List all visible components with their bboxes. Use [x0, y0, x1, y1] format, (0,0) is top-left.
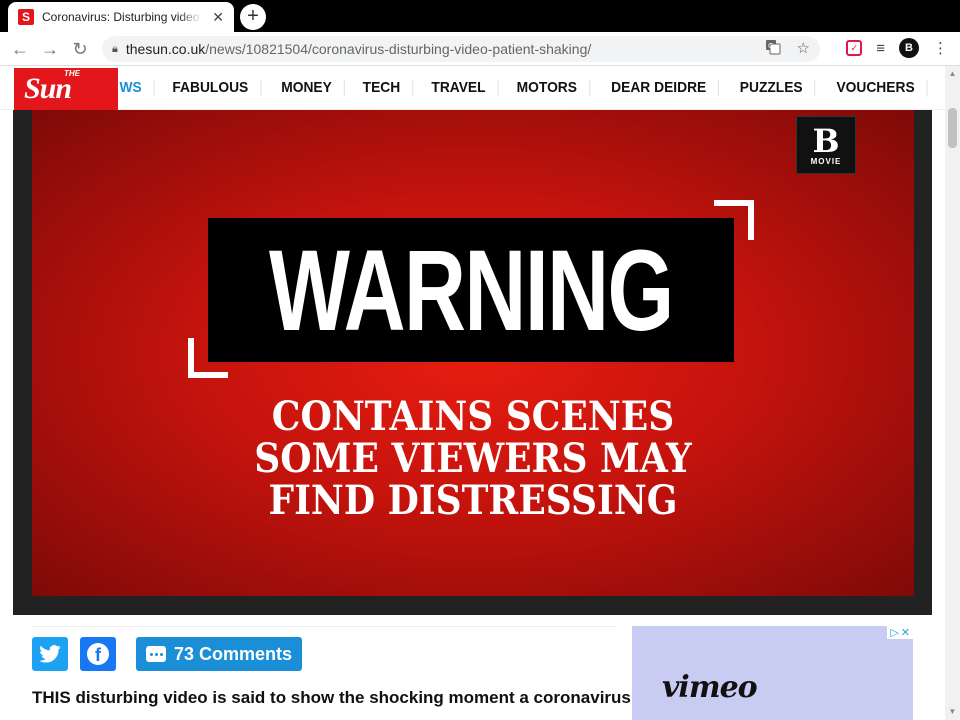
- warning-banner: WARNING: [208, 218, 734, 362]
- tab-strip: S Coronavirus: Disturbing video shows pa…: [0, 0, 960, 32]
- bmovie-label: MOVIE: [810, 156, 842, 166]
- extension-b-icon[interactable]: B: [899, 38, 919, 58]
- video-player[interactable]: B MOVIE WARNING CONTAINS SCENES SOME VIE…: [13, 110, 932, 615]
- scroll-thumb[interactable]: [948, 108, 957, 148]
- warning-subtitle: CONTAINS SCENES SOME VIEWERS MAY FIND DI…: [32, 396, 914, 522]
- nav-item-motors[interactable]: MOTORS: [505, 80, 591, 96]
- url-text: thesun.co.uk/news/10821504/coronavirus-d…: [126, 41, 591, 57]
- nav-item-vouchers[interactable]: VOUCHERS: [824, 80, 928, 96]
- site-nav: THE Sun WS FABULOUS MONEY TECH TRAVEL MOTORS D…: [0, 66, 960, 110]
- translate-icon[interactable]: G: [765, 39, 781, 59]
- nav-item-money[interactable]: MONEY: [269, 80, 345, 96]
- nav-item-fabulous[interactable]: FABULOUS: [161, 80, 262, 96]
- browser-toolbar: ← → ↻ 🔒︎ thesun.co.uk/news/10821504/coro…: [0, 32, 960, 66]
- url-host: thesun.co.uk: [125, 41, 206, 57]
- bmovie-letter: B: [812, 121, 840, 160]
- advertisement[interactable]: ▷ ✕ vimeo: [632, 626, 913, 720]
- new-tab-button[interactable]: +: [240, 4, 266, 30]
- back-icon[interactable]: ←: [8, 38, 32, 60]
- pocket-icon[interactable]: ✓: [846, 40, 863, 56]
- omnibox-actions: G ☆: [765, 39, 810, 59]
- url-path: /news/10821504/coronavirus-disturbing-vi…: [205, 41, 592, 57]
- menu-icon[interactable]: ⋮: [933, 39, 948, 57]
- page-viewport: THE Sun WS FABULOUS MONEY TECH TRAVEL MOTORS D…: [0, 66, 960, 720]
- ad-choices[interactable]: ▷ ✕: [887, 626, 913, 639]
- article-lead: THIS disturbing video is said to show th…: [32, 688, 631, 707]
- video-warning-screen[interactable]: B MOVIE WARNING CONTAINS SCENES SOME VIE…: [32, 110, 914, 596]
- media-controls-icon[interactable]: ≡: [876, 40, 885, 57]
- bmovie-logo: B MOVIE: [796, 116, 856, 174]
- scroll-down-icon[interactable]: ▼: [945, 704, 960, 720]
- toolbar-icons: ✓ ≡ B ⋮: [846, 38, 948, 58]
- tab-title: Coronavirus: Disturbing video shows pati…: [42, 10, 202, 24]
- nav-menu: WS FABULOUS MONEY TECH TRAVEL MOTORS DEAR DEID…: [118, 66, 960, 110]
- scrollbar[interactable]: ▲ ▼: [945, 66, 960, 720]
- share-row: f 73 Comments: [32, 626, 616, 676]
- warning-line-3: FIND DISTRESSING: [268, 477, 678, 524]
- warning-line-2: SOME VIEWERS MAY: [254, 435, 692, 482]
- nav-item-tech[interactable]: TECH: [350, 80, 413, 96]
- vimeo-logo: vimeo: [662, 670, 758, 705]
- svg-text:G: G: [768, 42, 773, 50]
- ad-close-icon[interactable]: ✕: [901, 626, 910, 639]
- address-bar[interactable]: 🔒︎ thesun.co.uk/news/10821504/coronaviru…: [102, 36, 820, 62]
- comments-button[interactable]: 73 Comments: [136, 637, 303, 671]
- facebook-icon: f: [87, 643, 109, 665]
- comments-count: 73 Comments: [174, 643, 293, 664]
- warning-text: WARNING: [269, 225, 674, 355]
- reload-icon[interactable]: ↻: [68, 38, 92, 60]
- nav-item-travel[interactable]: TRAVEL: [419, 80, 498, 96]
- lock-icon: 🔒︎: [112, 42, 118, 55]
- star-icon[interactable]: ☆: [797, 39, 810, 59]
- warning-line-1: CONTAINS SCENES: [271, 393, 675, 440]
- sun-favicon-icon: S: [18, 9, 34, 25]
- sun-logo[interactable]: THE Sun: [14, 68, 118, 110]
- browser-tab[interactable]: S Coronavirus: Disturbing video shows pa…: [8, 2, 234, 32]
- article: f 73 Comments THIS disturbing video is s…: [32, 626, 631, 708]
- scroll-up-icon[interactable]: ▲: [945, 66, 960, 82]
- twitter-share-button[interactable]: [32, 637, 68, 671]
- facebook-share-button[interactable]: f: [80, 637, 116, 671]
- logo-the: THE: [64, 69, 80, 78]
- comment-bubble-icon: [146, 646, 166, 662]
- nav-item-puzzles[interactable]: PUZZLES: [728, 80, 816, 96]
- twitter-icon: [39, 645, 61, 663]
- nav-item-dear-deidre[interactable]: DEAR DEIDRE: [599, 80, 720, 96]
- tab-close-icon[interactable]: ✕: [212, 9, 224, 26]
- adchoices-icon[interactable]: ▷: [890, 626, 898, 639]
- nav-item-ws[interactable]: WS: [120, 80, 155, 96]
- forward-icon[interactable]: →: [38, 38, 62, 60]
